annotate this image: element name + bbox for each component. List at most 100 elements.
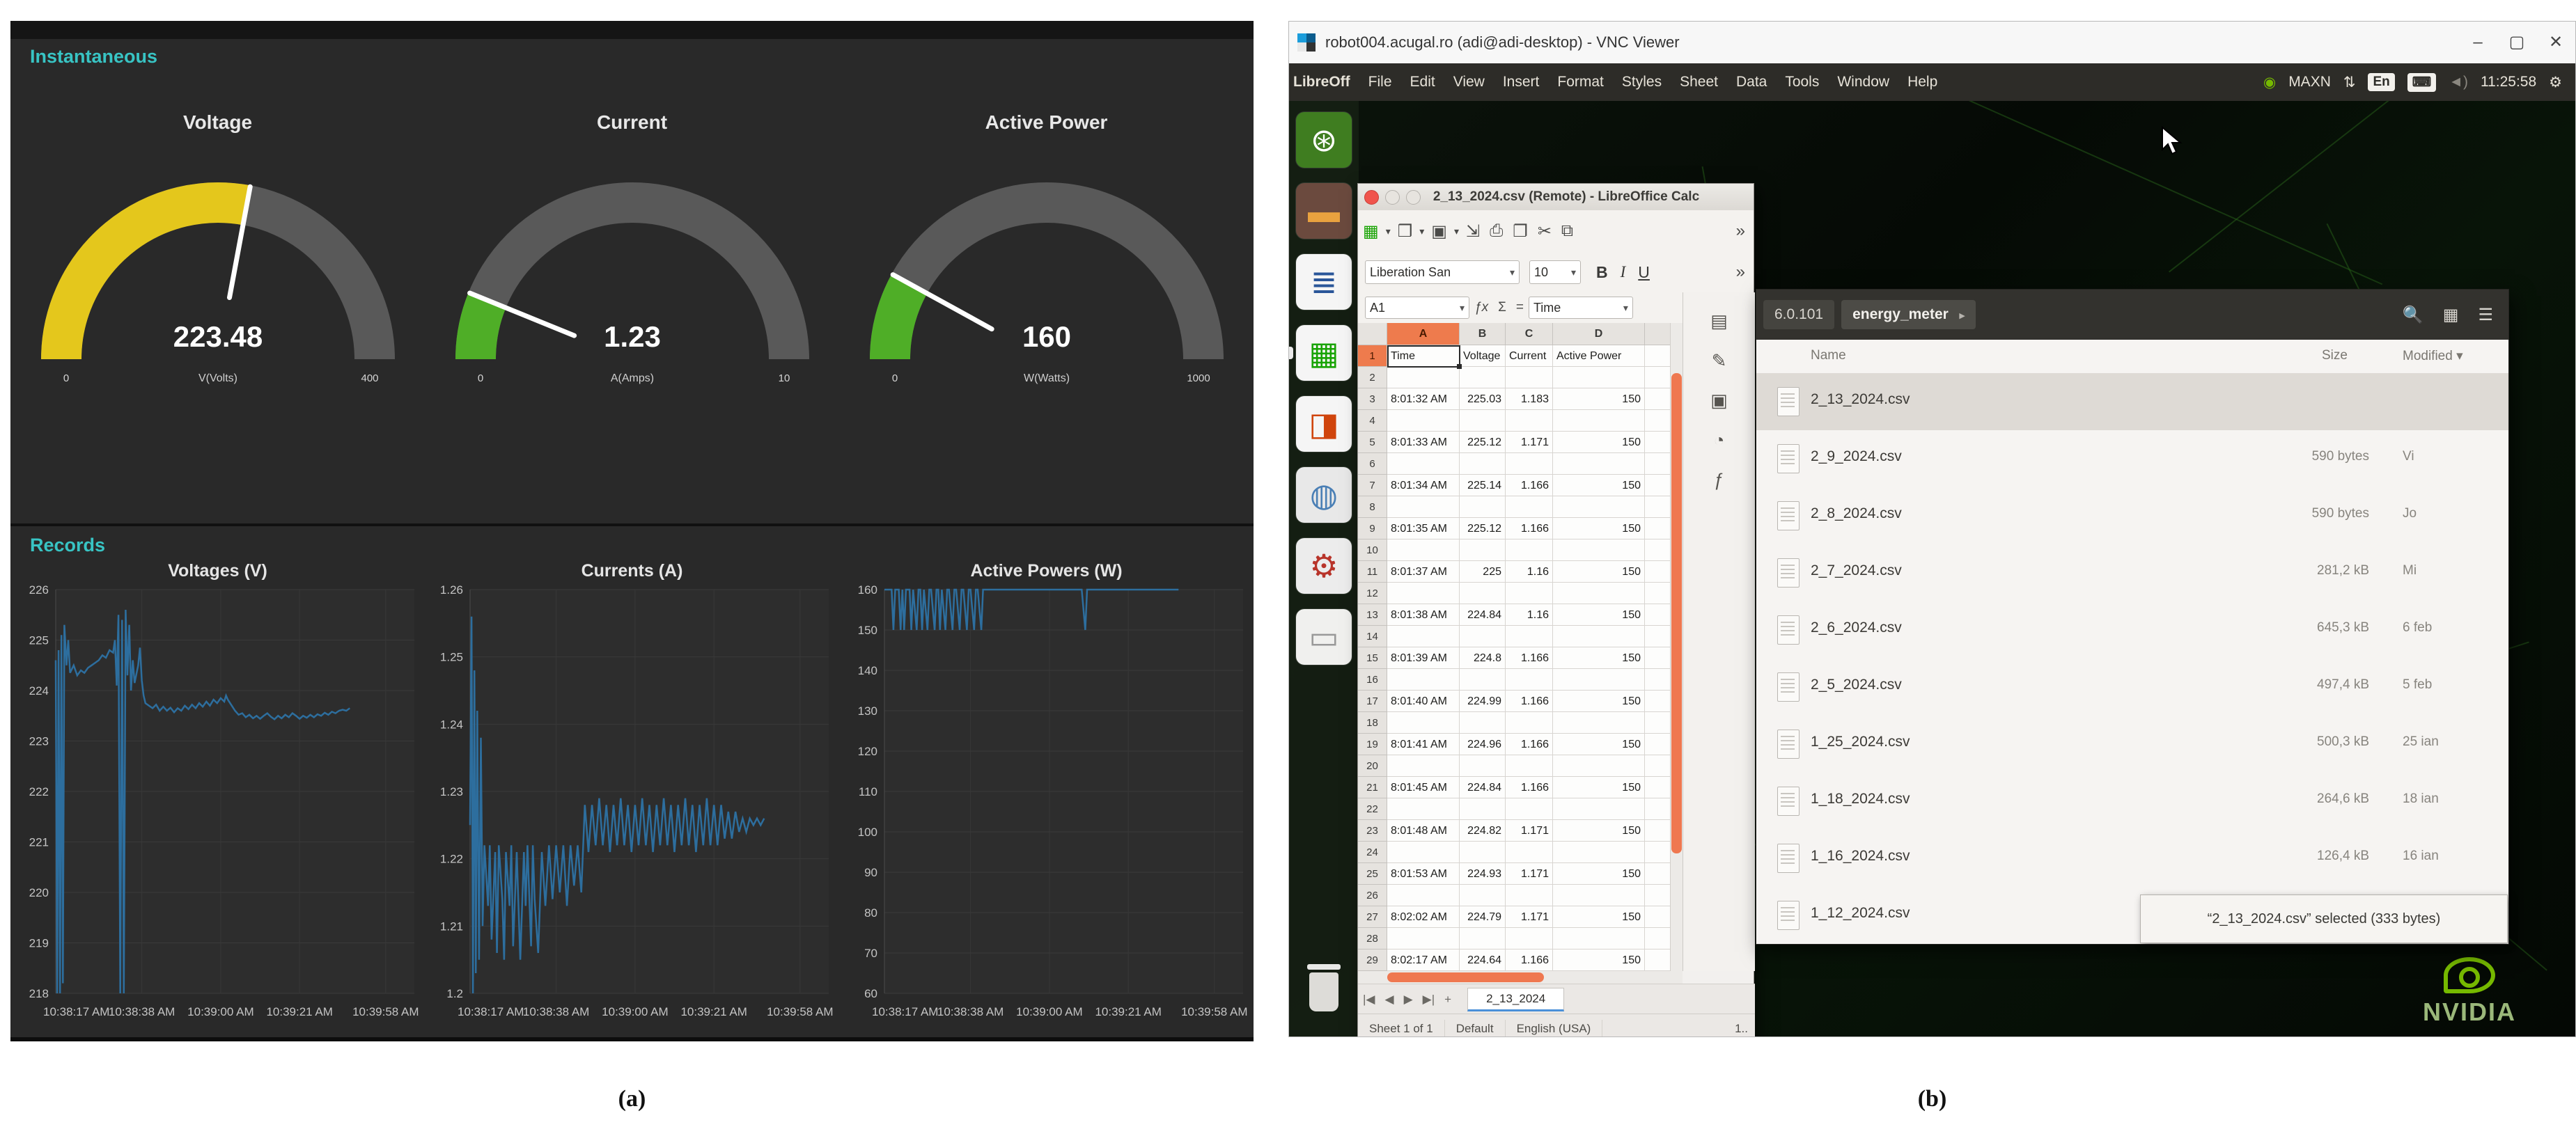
- cell-B27[interactable]: 224.79: [1460, 906, 1506, 928]
- vnc-titlebar[interactable]: robot004.acugal.ro (adi@adi-desktop) - V…: [1289, 22, 2575, 64]
- bold-button[interactable]: B: [1596, 263, 1608, 282]
- cell-C15[interactable]: 1.166: [1506, 647, 1553, 669]
- selection-handle[interactable]: [1457, 364, 1462, 369]
- cell-C9[interactable]: 1.166: [1506, 518, 1553, 539]
- row-header-17[interactable]: 17: [1358, 691, 1387, 712]
- dock-system-settings[interactable]: ⚙: [1296, 538, 1352, 594]
- row-header-23[interactable]: 23: [1358, 820, 1387, 842]
- cell-B25[interactable]: 224.93: [1460, 863, 1506, 885]
- row-header-4[interactable]: 4: [1358, 410, 1387, 432]
- row-header-18[interactable]: 18: [1358, 712, 1387, 734]
- row-header-3[interactable]: 3: [1358, 388, 1387, 410]
- cell-D29[interactable]: 150: [1553, 949, 1645, 971]
- cell-C10[interactable]: [1506, 539, 1553, 561]
- cell-B4[interactable]: [1460, 410, 1506, 432]
- column-header-B[interactable]: B: [1460, 323, 1506, 345]
- cell-B23[interactable]: 224.82: [1460, 820, 1506, 842]
- cell-B29[interactable]: 224.64: [1460, 949, 1506, 971]
- menu-libreoff[interactable]: LibreOff: [1293, 74, 1350, 90]
- cell-D6[interactable]: [1553, 453, 1645, 475]
- cell-D11[interactable]: 150: [1553, 561, 1645, 583]
- search-icon[interactable]: 🔍: [2403, 305, 2423, 325]
- scrollbar-thumb[interactable]: [1671, 373, 1682, 853]
- cell-C3[interactable]: 1.183: [1506, 388, 1553, 410]
- select-all-corner[interactable]: [1358, 323, 1387, 345]
- file-row-2_8_2024.csv[interactable]: 2_8_2024.csv590 bytesJo: [1756, 487, 2508, 544]
- cell-D22[interactable]: [1553, 798, 1645, 820]
- row-header-16[interactable]: 16: [1358, 669, 1387, 691]
- minimize-icon[interactable]: [1385, 190, 1400, 205]
- cell-D26[interactable]: [1553, 885, 1645, 906]
- sheet-nav-+[interactable]: +: [1444, 993, 1451, 1006]
- cell-D8[interactable]: [1553, 496, 1645, 518]
- overflow-icon[interactable]: »: [1736, 221, 1745, 241]
- sheet-nav-[interactable]: |◀: [1363, 993, 1375, 1006]
- copy-icon[interactable]: ⧉: [1561, 221, 1573, 241]
- vertical-scrollbar[interactable]: [1670, 323, 1683, 971]
- cell-D17[interactable]: 150: [1553, 691, 1645, 712]
- menu-styles[interactable]: Styles: [1622, 74, 1662, 90]
- cell-B22[interactable]: [1460, 798, 1506, 820]
- cell-D25[interactable]: 150: [1553, 863, 1645, 885]
- cell-B11[interactable]: 225: [1460, 561, 1506, 583]
- file-row-1_16_2024.csv[interactable]: 1_16_2024.csv126,4 kB16 ian: [1756, 830, 2508, 887]
- cell-B10[interactable]: [1460, 539, 1506, 561]
- cell-C14[interactable]: [1506, 626, 1553, 647]
- cell-D13[interactable]: 150: [1553, 604, 1645, 626]
- cell-A4[interactable]: [1387, 410, 1460, 432]
- cell-B12[interactable]: [1460, 583, 1506, 604]
- column-name[interactable]: Name: [1811, 348, 1846, 363]
- cell-A17[interactable]: 8:01:40 AM: [1387, 691, 1460, 712]
- menu-insert[interactable]: Insert: [1503, 74, 1540, 90]
- cell-B24[interactable]: [1460, 842, 1506, 863]
- trash-icon[interactable]: [1299, 964, 1349, 1023]
- row-header-9[interactable]: 9: [1358, 518, 1387, 539]
- cell-A21[interactable]: 8:01:45 AM: [1387, 777, 1460, 798]
- cut-icon[interactable]: ✂: [1538, 221, 1552, 242]
- cell-D7[interactable]: 150: [1553, 475, 1645, 496]
- maximize-button[interactable]: ▢: [2497, 22, 2536, 63]
- dock-remote-viewer[interactable]: ◍: [1296, 467, 1352, 523]
- cell-C19[interactable]: 1.166: [1506, 734, 1553, 755]
- cell-C27[interactable]: 1.171: [1506, 906, 1553, 928]
- cell-C17[interactable]: 1.166: [1506, 691, 1553, 712]
- new-spreadsheet-icon[interactable]: ▦: [1363, 221, 1379, 242]
- cell-A23[interactable]: 8:01:48 AM: [1387, 820, 1460, 842]
- menu-sheet[interactable]: Sheet: [1680, 74, 1718, 90]
- menu-tools[interactable]: Tools: [1785, 74, 1819, 90]
- print-preview-icon[interactable]: ❐: [1513, 221, 1528, 242]
- column-header-D[interactable]: D: [1553, 323, 1645, 345]
- cell-B28[interactable]: [1460, 928, 1506, 949]
- maximize-icon[interactable]: [1406, 190, 1421, 205]
- breadcrumb-energy-meter[interactable]: energy_meter ▸: [1841, 300, 1976, 329]
- row-header-6[interactable]: 6: [1358, 453, 1387, 475]
- font-size-combo[interactable]: 10▾: [1529, 260, 1581, 284]
- sheet-nav-[interactable]: ▶: [1404, 993, 1413, 1006]
- minimize-button[interactable]: –: [2458, 22, 2497, 63]
- file-row-1_25_2024.csv[interactable]: 1_25_2024.csv500,3 kB25 ian: [1756, 716, 2508, 773]
- cell-C26[interactable]: [1506, 885, 1553, 906]
- row-header-5[interactable]: 5: [1358, 432, 1387, 453]
- menu-edit[interactable]: Edit: [1410, 74, 1435, 90]
- row-header-14[interactable]: 14: [1358, 626, 1387, 647]
- column-header-C[interactable]: C: [1506, 323, 1553, 345]
- row-header-7[interactable]: 7: [1358, 475, 1387, 496]
- cell-B20[interactable]: [1460, 755, 1506, 777]
- cell-A14[interactable]: [1387, 626, 1460, 647]
- file-row-2_6_2024.csv[interactable]: 2_6_2024.csv645,3 kB6 feb: [1756, 601, 2508, 659]
- cell-B2[interactable]: [1460, 367, 1506, 388]
- cell-B6[interactable]: [1460, 453, 1506, 475]
- cell-B8[interactable]: [1460, 496, 1506, 518]
- session-gear-icon[interactable]: ⚙: [2549, 74, 2562, 91]
- cell-C25[interactable]: 1.171: [1506, 863, 1553, 885]
- font-name-combo[interactable]: Liberation San▾: [1365, 260, 1520, 284]
- close-icon[interactable]: [1364, 190, 1379, 205]
- cell-B26[interactable]: [1460, 885, 1506, 906]
- menu-file[interactable]: File: [1368, 74, 1392, 90]
- overflow-icon[interactable]: »: [1736, 262, 1745, 282]
- cell-D28[interactable]: [1553, 928, 1645, 949]
- cell-D24[interactable]: [1553, 842, 1645, 863]
- file-row-2_7_2024.csv[interactable]: 2_7_2024.csv281,2 kBMi: [1756, 544, 2508, 601]
- cell-A8[interactable]: [1387, 496, 1460, 518]
- sheet-nav-[interactable]: ▶|: [1423, 993, 1435, 1006]
